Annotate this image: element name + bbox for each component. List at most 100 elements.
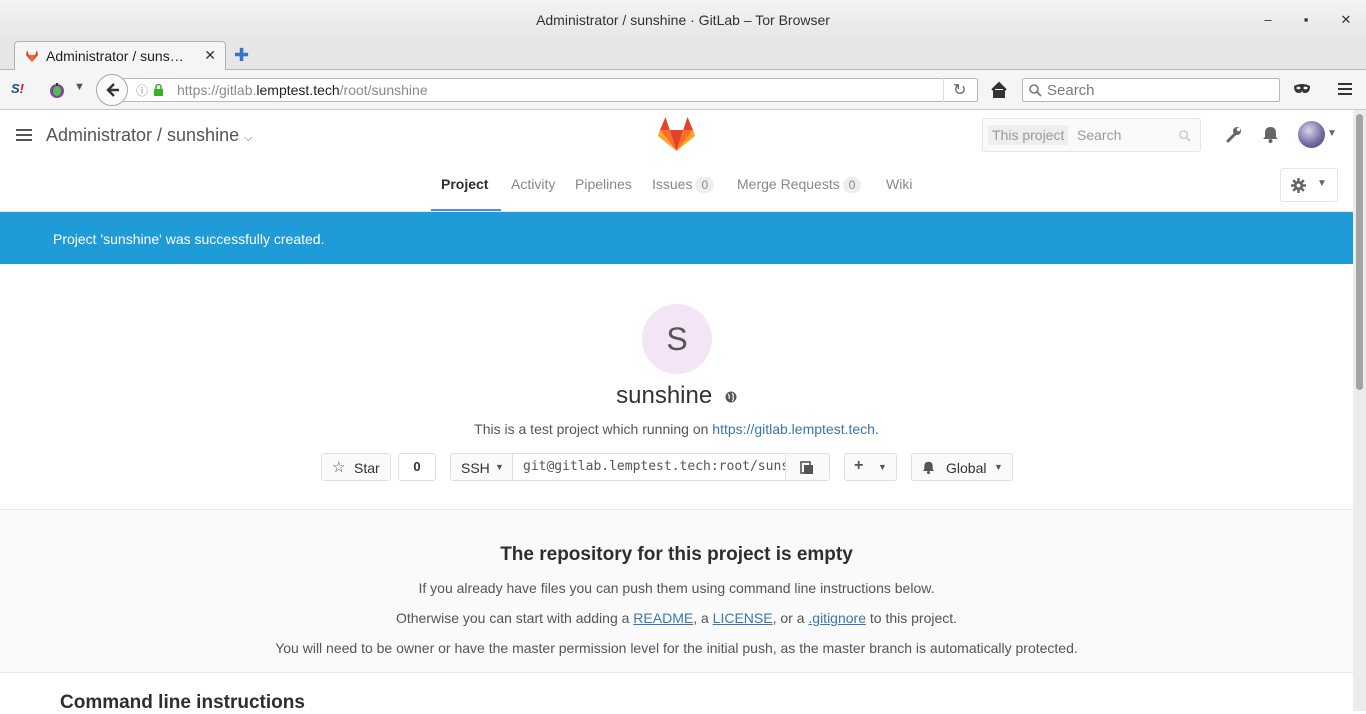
lock-icon[interactable] (153, 84, 164, 97)
page-scrollbar[interactable] (1353, 110, 1366, 711)
tab-activity[interactable]: Activity (511, 176, 555, 192)
tab-label: Merge Requests (737, 176, 840, 192)
project-name: sunshine (616, 382, 713, 409)
star-icon: ☆ (332, 459, 346, 476)
flash-message: Project 'sunshine' was successfully crea… (53, 231, 325, 247)
window-title: Administrator / sunshine · GitLab – Tor … (536, 12, 830, 28)
search-icon (1029, 84, 1042, 97)
tab-project[interactable]: Project (441, 176, 488, 192)
project-description: This is a test project which running on … (0, 421, 1353, 437)
divider (943, 78, 944, 102)
sidebar-toggle-icon[interactable] (16, 127, 32, 143)
empty-repo-text: , or a (772, 610, 809, 626)
notification-level-dropdown[interactable]: Global ▼ (911, 453, 1013, 481)
notifications-bell-icon[interactable] (1262, 126, 1279, 143)
tab-merge-requests[interactable]: Merge Requests 0 (737, 176, 862, 193)
new-tab-icon[interactable]: ✚ (234, 45, 249, 66)
flash-notice[interactable]: Project 'sunshine' was successfully crea… (0, 212, 1353, 264)
window-titlebar: Administrator / sunshine · GitLab – Tor … (0, 0, 1366, 40)
add-new-dropdown[interactable]: + ▼ (844, 453, 897, 481)
url-bar[interactable]: ⓘ https://gitlab.lemptest.tech/root/suns… (120, 78, 978, 102)
empty-repo-text: , a (693, 610, 713, 626)
tab-label: Pipelines (575, 176, 632, 192)
project-nav: Project Activity Pipelines Issues 0 Merge… (0, 160, 1353, 212)
user-avatar[interactable] (1298, 121, 1325, 148)
home-icon[interactable] (990, 81, 1008, 99)
tab-strip: Administrator / suns… ✕ ✚ (0, 40, 1366, 71)
description-text: This is a test project which running on (474, 421, 713, 437)
tab-title: Administrator / suns… (46, 48, 184, 64)
scrollbar-thumb[interactable] (1356, 114, 1363, 390)
tab-pipelines[interactable]: Pipelines (575, 176, 632, 192)
empty-repo-links: Otherwise you can start with adding a RE… (0, 610, 1353, 626)
active-tab-indicator (431, 209, 501, 211)
project-title: sunshine (0, 382, 1353, 410)
empty-repo-text: to this project. (865, 610, 958, 626)
add-gitignore-link[interactable]: .gitignore (808, 610, 866, 626)
plus-icon: + (854, 457, 864, 474)
reload-icon[interactable]: ↻ (953, 80, 966, 100)
search-icon (1179, 130, 1191, 142)
navigation-toolbar: S! ▼ ⓘ https://gitlab.lemptest.tech/root… (0, 70, 1366, 110)
star-label: Star (354, 460, 380, 476)
clipboard-icon (800, 461, 813, 474)
issues-count-badge: 0 (695, 177, 715, 193)
tab-label: Activity (511, 176, 556, 192)
notification-level-label: Global (946, 460, 987, 476)
chevron-down-icon: ▼ (878, 462, 887, 472)
clone-protocol-dropdown[interactable]: SSH ▼ (450, 453, 513, 481)
browser-search-input[interactable]: Search (1022, 78, 1280, 102)
search-placeholder: Search (1077, 127, 1122, 143)
close-tab-icon[interactable]: ✕ (204, 47, 216, 64)
star-button[interactable]: ☆ Star (321, 453, 391, 481)
chevron-down-icon: ▼ (1317, 178, 1327, 189)
gitlab-logo-icon[interactable] (658, 116, 695, 152)
globe-icon (725, 391, 737, 403)
bell-icon (922, 461, 935, 474)
add-license-link[interactable]: LICENSE (713, 610, 773, 626)
gear-icon (1291, 178, 1306, 193)
search-scope-badge: This project (988, 125, 1069, 145)
chevron-down-icon[interactable]: ▼ (1327, 128, 1337, 139)
url-text: https://gitlab.lemptest.tech/root/sunshi… (177, 82, 428, 98)
breadcrumb-title: Administrator / sunshine (46, 125, 240, 145)
chevron-down-icon: ⌵ (244, 132, 253, 144)
private-mask-icon[interactable] (1293, 83, 1311, 95)
maximize-icon[interactable]: ▪ (1296, 10, 1316, 30)
description-text: . (874, 421, 879, 437)
gitlab-header: Administrator / sunshine ⌵ This project … (0, 110, 1353, 160)
add-readme-link[interactable]: README (633, 610, 693, 626)
noscript-icon[interactable]: S! (11, 81, 29, 99)
breadcrumb[interactable]: Administrator / sunshine ⌵ (46, 125, 252, 146)
empty-repo-section: The repository for this project is empty… (0, 509, 1353, 673)
tor-onion-icon[interactable] (48, 81, 66, 99)
tab-wiki[interactable]: Wiki (886, 176, 912, 192)
browser-tab[interactable]: Administrator / suns… ✕ (14, 41, 226, 71)
tab-label: Wiki (886, 176, 913, 192)
search-placeholder: Search (1047, 82, 1095, 99)
tab-issues[interactable]: Issues 0 (652, 176, 715, 193)
back-button[interactable] (96, 74, 128, 106)
chevron-down-icon: ▼ (994, 462, 1003, 472)
hamburger-menu-icon[interactable] (1337, 81, 1353, 97)
clone-url-field[interactable]: git@gitlab.lemptest.tech:root/sunshine.g… (512, 453, 786, 481)
close-window-icon[interactable]: ✕ (1336, 10, 1356, 30)
copy-url-button[interactable] (785, 453, 830, 481)
star-count[interactable]: 0 (398, 453, 436, 481)
protocol-label: SSH (461, 460, 490, 476)
empty-repo-title: The repository for this project is empty (500, 544, 853, 565)
back-arrow-icon (106, 83, 119, 97)
project-search-input[interactable]: This project Search (982, 118, 1201, 152)
chevron-down-icon: ▼ (495, 462, 504, 472)
admin-wrench-icon[interactable] (1225, 126, 1242, 143)
merge-requests-count-badge: 0 (842, 177, 862, 193)
gitlab-favicon-icon (26, 50, 38, 62)
empty-repo-text: You will need to be owner or have the ma… (275, 640, 1078, 656)
minimize-icon[interactable]: – (1258, 10, 1278, 30)
chevron-down-icon[interactable]: ▼ (74, 81, 85, 93)
info-icon[interactable]: ⓘ (136, 82, 148, 99)
project-avatar: S (642, 304, 712, 374)
project-settings-button[interactable]: ▼ (1280, 168, 1338, 202)
empty-repo-text: Otherwise you can start with adding a (395, 610, 634, 626)
description-link[interactable]: https://gitlab.lemptest.tech (712, 421, 875, 437)
